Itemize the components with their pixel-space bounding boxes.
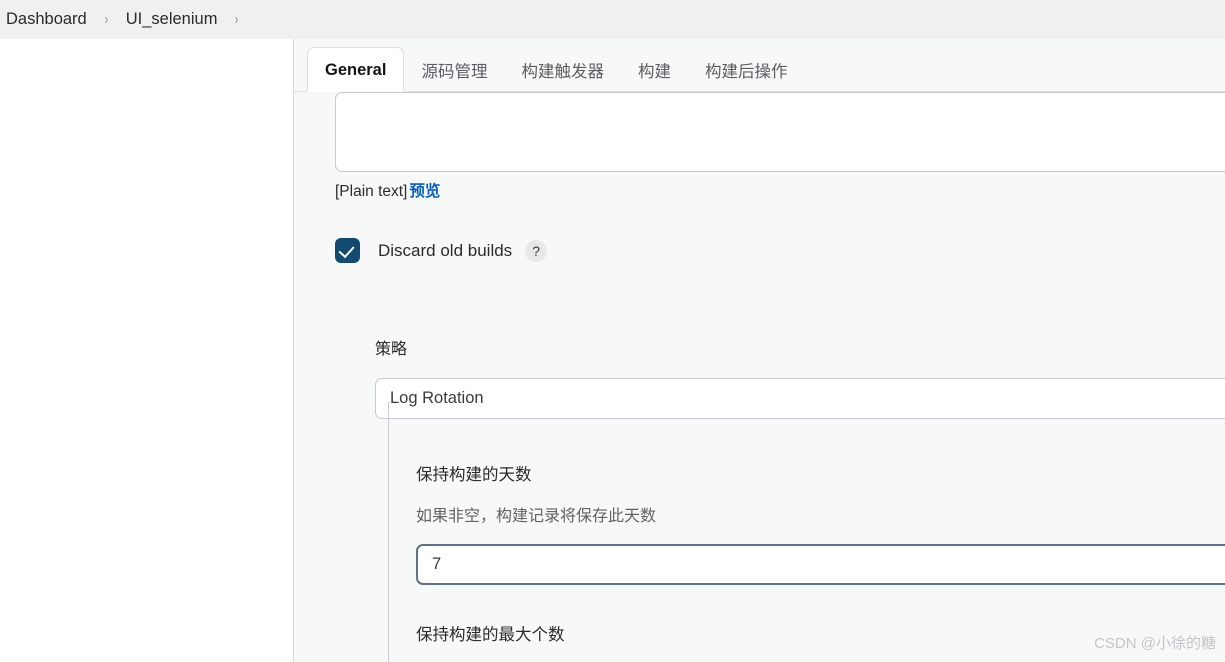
discard-old-builds-row[interactable]: Discard old builds ? <box>335 238 548 263</box>
discard-old-builds-label: Discard old builds <box>378 240 513 260</box>
tab-source-management[interactable]: 源码管理 <box>404 54 504 93</box>
tab-general[interactable]: General <box>307 46 405 92</box>
tab-strip: General 源码管理 构建触发器 构建 构建后操作 <box>294 46 1225 93</box>
content-pane: General 源码管理 构建触发器 构建 构建后操作 [Plain text]… <box>294 39 1225 662</box>
breadcrumb-separator-icon-2: › <box>234 11 239 28</box>
days-to-keep-label: 保持构建的天数 <box>416 466 532 484</box>
tab-post-build-actions[interactable]: 构建后操作 <box>688 54 805 93</box>
sidebar-pane <box>0 39 293 662</box>
log-rotation-section: 保持构建的天数 如果非空，构建记录将保存此天数 7 保持构建的最大个数 如果非空… <box>388 402 1225 662</box>
days-to-keep-input[interactable]: 7 <box>416 544 1225 585</box>
description-textarea[interactable] <box>335 92 1225 172</box>
strategy-label: 策略 <box>375 341 408 358</box>
general-settings-form: [Plain text] 预览 Discard old builds ? 策略 L… <box>294 92 1225 662</box>
tab-build[interactable]: 构建 <box>621 54 688 93</box>
breadcrumb-item-project[interactable]: UI_selenium <box>122 10 222 29</box>
watermark: CSDN @小徐的糖 <box>1094 635 1216 652</box>
max-builds-label: 保持构建的最大个数 <box>416 626 565 644</box>
description-format-label: [Plain text] <box>335 183 408 200</box>
breadcrumb-item-dashboard[interactable]: Dashboard <box>2 10 91 29</box>
discard-old-builds-checkbox[interactable] <box>335 238 360 263</box>
help-icon[interactable]: ? <box>525 239 548 262</box>
breadcrumb-separator-icon: › <box>104 11 109 28</box>
breadcrumb: Dashboard › UI_selenium › <box>0 0 1225 39</box>
tab-build-triggers[interactable]: 构建触发器 <box>504 54 621 93</box>
days-to-keep-help: 如果非空，构建记录将保存此天数 <box>416 508 657 525</box>
description-format-row: [Plain text] 预览 <box>335 179 440 201</box>
description-preview-link[interactable]: 预览 <box>409 183 440 200</box>
